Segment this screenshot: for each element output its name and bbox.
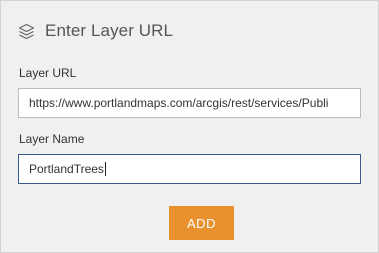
layer-url-value: https://www.portlandmaps.com/arcgis/rest… [29,96,329,110]
page-title: Enter Layer URL [45,21,174,40]
panel-header: Enter Layer URL [18,20,173,42]
layer-name-input[interactable]: PortlandTrees [18,154,361,184]
layer-url-label: Layer URL [19,66,77,80]
layer-url-input[interactable]: https://www.portlandmaps.com/arcgis/rest… [18,88,361,118]
layer-name-value: PortlandTrees [29,162,104,176]
layers-icon [18,23,35,40]
text-caret [104,162,106,176]
layer-name-label: Layer Name [19,132,85,146]
add-button[interactable]: ADD [169,206,234,240]
add-layer-panel: Enter Layer URL Layer URL https://www.po… [0,0,379,253]
